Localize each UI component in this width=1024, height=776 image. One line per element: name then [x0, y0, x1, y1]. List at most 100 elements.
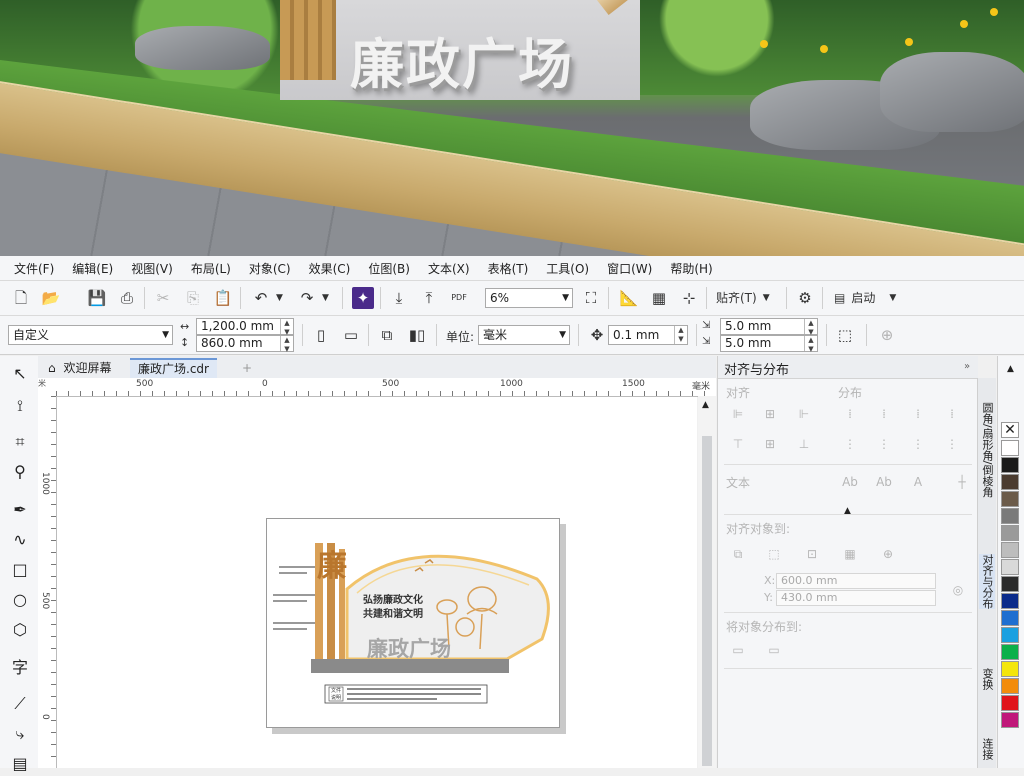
duplicate-x-field[interactable]: 5.0 mm ▲ ▼	[720, 318, 818, 336]
distribute-center-v-icon[interactable]: ⋮	[876, 436, 892, 452]
menu-view[interactable]: 视图(V)	[131, 260, 173, 277]
new-document-icon[interactable]: 🗋	[10, 287, 32, 309]
save-icon[interactable]: 💾	[86, 287, 108, 309]
document-page[interactable]: 廉 弘扬廉政文化 共建和谐文明 廉政广场 文件 说明	[266, 518, 560, 728]
grid-icon[interactable]: ▦	[842, 546, 858, 562]
distribute-right-icon[interactable]: ⁞	[910, 406, 926, 422]
menu-layout[interactable]: 布局(L)	[191, 260, 231, 277]
artistic-media-icon[interactable]: ∿	[8, 528, 32, 552]
polygon-tool-icon[interactable]: ⬡	[8, 618, 32, 642]
menu-help[interactable]: 帮助(H)	[670, 260, 712, 277]
target-point-icon[interactable]: ◎	[950, 582, 966, 598]
x-coordinate-field[interactable]: 600.0 mm	[776, 573, 936, 589]
zoom-level-field[interactable]: 6% ▼	[485, 288, 573, 308]
y-coordinate-field[interactable]: 430.0 mm	[776, 590, 936, 606]
color-swatch[interactable]	[1001, 508, 1019, 524]
page-center-icon[interactable]: ⊡	[804, 546, 820, 562]
color-swatch[interactable]	[1001, 559, 1019, 575]
snap-to-dropdown[interactable]: 贴齐(T) ▼	[716, 289, 770, 306]
interactive-fill-icon[interactable]: ▤	[8, 752, 32, 776]
tab-align-distribute[interactable]: 对齐与分布	[979, 554, 995, 609]
full-screen-icon[interactable]: ⛶	[580, 287, 602, 309]
current-page-icon[interactable]: ▮▯	[406, 324, 428, 346]
page-width-field[interactable]: 1,200.0 mm ▲ ▼	[196, 318, 294, 336]
tab-fillet-scallop-chamfer[interactable]: 圆角/扇形角/倒棱角	[979, 402, 995, 497]
color-swatch[interactable]	[1001, 627, 1019, 643]
distribute-page-icon[interactable]: ▭	[766, 642, 782, 658]
parallel-dimension-icon[interactable]: ⟋	[8, 692, 32, 716]
text-bounding-box-icon[interactable]: A	[910, 474, 926, 490]
options-gear-icon[interactable]: ⚙	[794, 287, 816, 309]
color-swatch[interactable]	[1001, 610, 1019, 626]
vertical-ruler[interactable]: 1000 500 0	[38, 396, 57, 768]
tab-welcome[interactable]: ⌂ 欢迎屏幕	[40, 358, 119, 378]
landscape-icon[interactable]: ▭	[340, 324, 362, 346]
page-frame-icon[interactable]: ⬚	[834, 324, 856, 346]
portrait-icon[interactable]: ▯	[310, 324, 332, 346]
open-icon[interactable]: 📂	[40, 287, 62, 309]
add-tab-icon[interactable]: +	[234, 358, 260, 378]
align-right-icon[interactable]: ⊩	[796, 406, 812, 422]
pick-tool-icon[interactable]: ↖	[8, 362, 32, 386]
zoom-dropdown-icon[interactable]: ▼	[562, 289, 569, 307]
align-bottom-icon[interactable]: ⊥	[796, 436, 812, 452]
zoom-tool-icon[interactable]: ⚲	[8, 460, 32, 484]
color-swatch[interactable]	[1001, 576, 1019, 592]
color-swatch[interactable]	[1001, 542, 1019, 558]
color-swatch[interactable]	[1001, 678, 1019, 694]
distribute-left-icon[interactable]: ⁞	[842, 406, 858, 422]
tab-connect[interactable]: 连接	[979, 738, 995, 760]
copy-icon[interactable]: ⎘	[182, 287, 204, 309]
height-spinner[interactable]: ▲ ▼	[280, 336, 293, 353]
specified-point-icon[interactable]: ⊕	[880, 546, 896, 562]
align-top-icon[interactable]: ⊤	[730, 436, 746, 452]
nudge-distance-field[interactable]: 0.1 mm ▲ ▼	[608, 325, 688, 345]
show-rulers-icon[interactable]: 📐	[618, 287, 640, 309]
import-icon[interactable]: ⤓	[388, 287, 410, 309]
menu-effects[interactable]: 效果(C)	[309, 260, 351, 277]
menu-window[interactable]: 窗口(W)	[607, 260, 652, 277]
ellipse-tool-icon[interactable]: ○	[8, 588, 32, 612]
color-swatch[interactable]	[1001, 712, 1019, 728]
active-objects-icon[interactable]: ⧉	[730, 546, 746, 562]
show-grid-icon[interactable]: ▦	[648, 287, 670, 309]
docker-expand-icon[interactable]: »	[964, 361, 970, 372]
color-swatch[interactable]	[1001, 457, 1019, 473]
distribute-spacing-v-icon[interactable]: ⋮	[944, 436, 960, 452]
text-first-baseline-icon[interactable]: Ab	[842, 474, 858, 490]
add-icon[interactable]: ⊕	[876, 324, 898, 346]
no-color-swatch[interactable]: ✕	[1001, 422, 1019, 438]
cut-icon[interactable]: ✂	[152, 287, 174, 309]
nudge-spinner[interactable]: ▲ ▼	[674, 326, 687, 344]
duplicate-y-field[interactable]: 5.0 mm ▲ ▼	[720, 335, 818, 353]
application-launcher[interactable]: ▤ 启动 ▼	[834, 289, 896, 306]
rectangle-tool-icon[interactable]: □	[8, 558, 32, 582]
color-swatch[interactable]	[1001, 644, 1019, 660]
menu-tools[interactable]: 工具(O)	[546, 260, 589, 277]
horizontal-ruler[interactable]: 500 0 500 1000 1500 毫米	[56, 378, 716, 397]
menu-bitmaps[interactable]: 位图(B)	[368, 260, 410, 277]
dup-x-spinner[interactable]: ▲ ▼	[804, 319, 817, 336]
vertical-scrollbar[interactable]: ▲	[698, 396, 716, 768]
scroll-up-icon[interactable]: ▲	[702, 400, 709, 410]
color-swatch[interactable]	[1001, 593, 1019, 609]
distribute-spacing-h-icon[interactable]: ⁞	[944, 406, 960, 422]
undo-dropdown-icon[interactable]: ▼	[276, 293, 283, 303]
search-content-icon[interactable]: ✦	[352, 287, 374, 309]
menu-text[interactable]: 文本(X)	[428, 260, 470, 277]
shape-tool-icon[interactable]: ⟟	[8, 394, 32, 418]
distribute-selection-icon[interactable]: ▭	[730, 642, 746, 658]
print-icon[interactable]: ⎙	[116, 287, 138, 309]
color-swatch[interactable]	[1001, 474, 1019, 490]
color-swatch[interactable]	[1001, 661, 1019, 677]
pen-tool-icon[interactable]: ✒	[8, 498, 32, 522]
color-swatch[interactable]	[1001, 695, 1019, 711]
menu-table[interactable]: 表格(T)	[488, 260, 529, 277]
redo-icon[interactable]: ↷	[296, 287, 318, 309]
distribute-center-h-icon[interactable]: ⁞	[876, 406, 892, 422]
menu-file[interactable]: 文件(F)	[14, 260, 54, 277]
units-select[interactable]: 毫米 ▼	[478, 325, 570, 345]
menu-edit[interactable]: 编辑(E)	[72, 260, 113, 277]
dup-y-spinner[interactable]: ▲ ▼	[804, 336, 817, 353]
text-last-baseline-icon[interactable]: Ab	[876, 474, 892, 490]
